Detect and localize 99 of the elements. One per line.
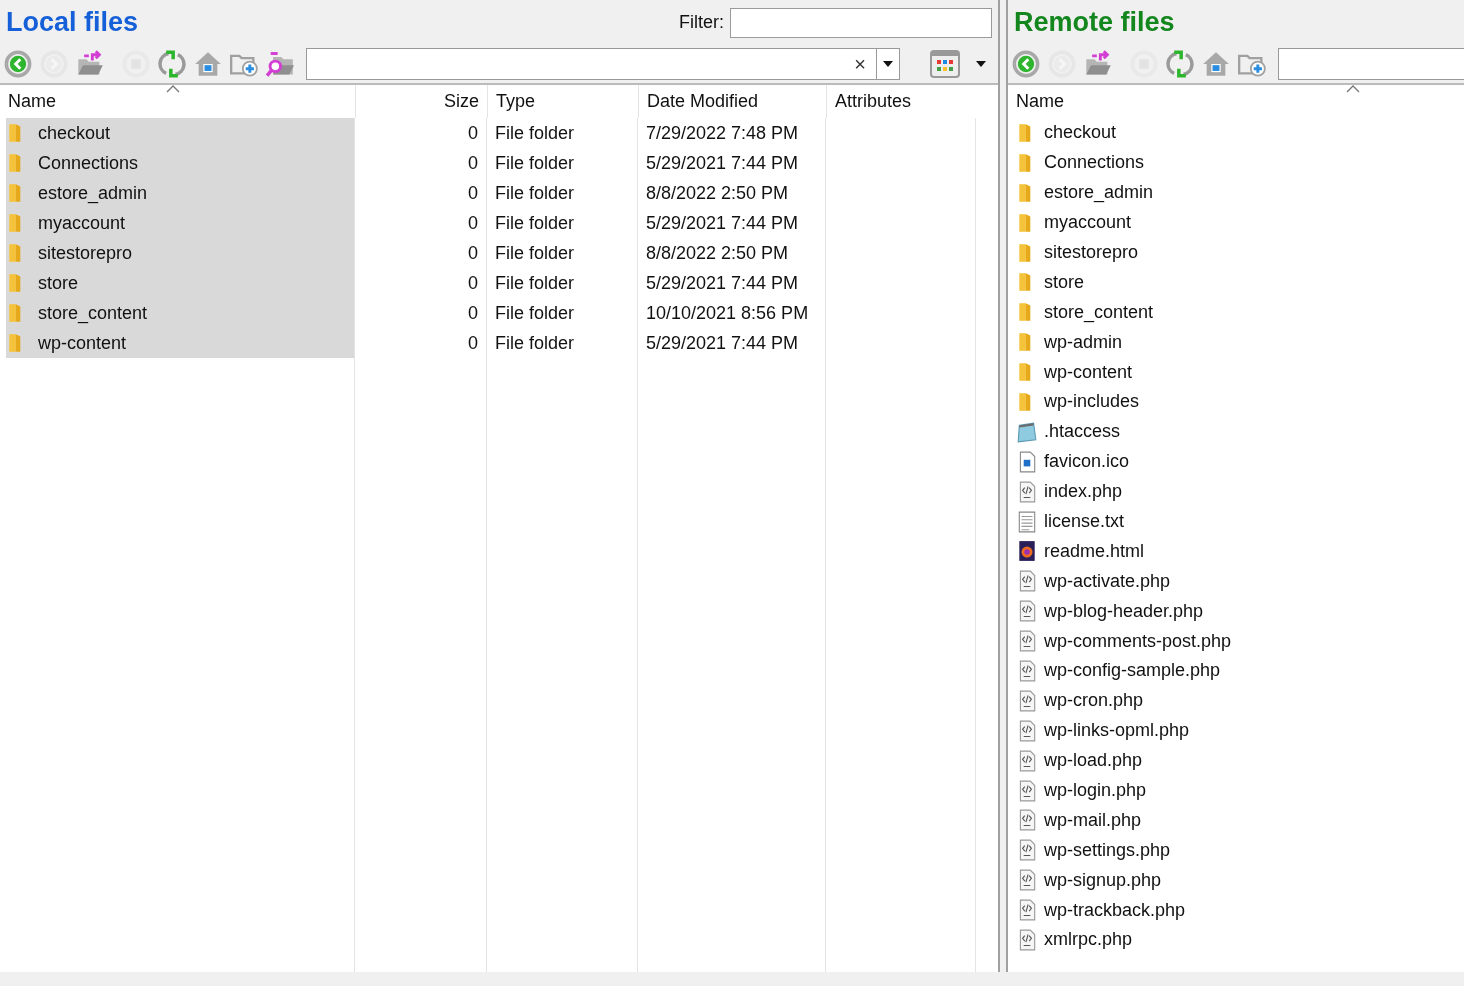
file-name[interactable]: wp-content <box>1044 361 1133 383</box>
date-cell: 5/29/2021 7:44 PM <box>646 152 799 174</box>
type-cell: File folder <box>495 152 575 174</box>
file-name[interactable]: xmlrpc.php <box>1044 929 1133 951</box>
file-name[interactable]: wp-load.php <box>1044 750 1143 772</box>
size-cell: 0 <box>468 242 478 264</box>
size-cell: 0 <box>468 152 478 174</box>
file-row-name[interactable]: checkout <box>6 118 354 148</box>
find-folder-icon[interactable] <box>266 50 294 78</box>
size-cell: 0 <box>468 122 478 144</box>
file-name: myaccount <box>38 212 126 234</box>
pane-title: Remote files <box>1014 7 1175 38</box>
file-name[interactable]: wp-signup.php <box>1044 869 1162 891</box>
size-cell: 0 <box>468 332 478 354</box>
file-name: store_content <box>38 302 148 324</box>
file-row-name[interactable]: store <box>6 268 354 298</box>
file-name: sitestorepro <box>38 242 133 264</box>
type-cell: File folder <box>495 332 575 354</box>
dropdown-arrow-icon[interactable] <box>883 61 893 67</box>
pane-title: Local files <box>6 7 139 38</box>
notepad-icon <box>1016 420 1038 443</box>
column-header[interactable]: Size <box>444 91 479 112</box>
file-name[interactable]: wp-comments-post.php <box>1044 630 1232 652</box>
file-name[interactable]: wp-login.php <box>1044 780 1147 802</box>
file-name: checkout <box>38 122 111 144</box>
text-file-icon <box>1016 510 1038 533</box>
date-cell: 5/29/2021 7:44 PM <box>646 212 799 234</box>
file-name[interactable]: store <box>1044 271 1085 293</box>
date-cell: 8/8/2022 2:50 PM <box>646 182 789 204</box>
filter-field[interactable] <box>730 7 992 38</box>
file-name[interactable]: wp-includes <box>1044 391 1140 413</box>
file-name: estore_admin <box>38 182 148 204</box>
file-name[interactable]: index.php <box>1044 481 1123 503</box>
file-name[interactable]: checkout <box>1044 122 1117 144</box>
file-name[interactable]: wp-mail.php <box>1044 809 1142 831</box>
browser-file-icon <box>1016 540 1038 563</box>
size-cell: 0 <box>468 272 478 294</box>
size-cell: 0 <box>468 302 478 324</box>
view-mode-icon[interactable] <box>930 50 960 78</box>
clear-path-button[interactable]: × <box>844 52 876 76</box>
file-row-name[interactable]: myaccount <box>6 208 354 238</box>
file-name: wp-content <box>38 332 127 354</box>
file-name[interactable]: wp-settings.php <box>1044 839 1171 861</box>
date-cell: 5/29/2021 7:44 PM <box>646 272 799 294</box>
file-row-name[interactable]: wp-content <box>6 328 354 358</box>
file-name[interactable]: myaccount <box>1044 212 1132 234</box>
file-name[interactable]: favicon.ico <box>1044 451 1130 473</box>
file-name[interactable]: Connections <box>1044 152 1145 174</box>
column-header[interactable]: Attributes <box>835 91 912 112</box>
folder-up-icon[interactable] <box>1084 50 1112 78</box>
date-cell: 8/8/2022 2:50 PM <box>646 242 789 264</box>
type-cell: File folder <box>495 242 575 264</box>
dropdown-arrow-icon[interactable] <box>976 61 986 67</box>
refresh-icon[interactable] <box>158 50 186 78</box>
date-cell: 7/29/2022 7:48 PM <box>646 122 799 144</box>
file-name: Connections <box>38 152 139 174</box>
column-header[interactable]: Name <box>8 91 56 112</box>
size-cell: 0 <box>468 212 478 234</box>
column-header[interactable]: Type <box>496 91 536 112</box>
type-cell: File folder <box>495 272 575 294</box>
file-name[interactable]: wp-config-sample.php <box>1044 660 1221 682</box>
filter-label: Filter: <box>679 12 724 33</box>
file-name[interactable]: wp-blog-header.php <box>1044 600 1204 622</box>
file-name: store <box>38 272 79 294</box>
sort-indicator-icon <box>1346 85 1360 93</box>
file-name[interactable]: wp-links-opml.php <box>1044 720 1190 742</box>
file-name[interactable]: wp-trackback.php <box>1044 899 1186 921</box>
date-cell: 5/29/2021 7:44 PM <box>646 332 799 354</box>
back-icon[interactable] <box>1012 50 1040 78</box>
type-cell: File folder <box>495 212 575 234</box>
date-cell: 10/10/2021 8:56 PM <box>646 302 809 324</box>
refresh-icon[interactable] <box>1166 50 1194 78</box>
home-icon[interactable] <box>1202 50 1230 78</box>
file-name[interactable]: license.txt <box>1044 511 1125 532</box>
file-name[interactable]: readme.html <box>1044 540 1145 562</box>
sort-indicator-icon <box>166 85 180 93</box>
file-name[interactable]: sitestorepro <box>1044 242 1139 263</box>
pane-splitter[interactable] <box>998 0 1008 972</box>
column-header[interactable]: Name <box>1016 91 1064 112</box>
file-row-name[interactable]: store_content <box>6 298 354 328</box>
back-icon[interactable] <box>4 50 32 78</box>
path-field[interactable] <box>1278 48 1464 80</box>
column-header[interactable]: Date Modified <box>647 91 759 112</box>
file-row-name[interactable]: sitestorepro <box>6 238 354 268</box>
file-name[interactable]: store_content <box>1044 301 1154 323</box>
file-name[interactable]: estore_admin <box>1044 182 1154 204</box>
type-cell: File folder <box>495 122 575 144</box>
file-name[interactable]: wp-cron.php <box>1044 690 1144 712</box>
file-name[interactable]: wp-admin <box>1044 331 1123 353</box>
file-row-name[interactable]: Connections <box>6 148 354 178</box>
file-row-name[interactable]: estore_admin <box>6 178 354 208</box>
type-cell: File folder <box>495 182 575 204</box>
size-cell: 0 <box>468 182 478 204</box>
folder-up-icon[interactable] <box>76 50 104 78</box>
type-cell: File folder <box>495 302 575 324</box>
file-name[interactable]: .htaccess <box>1044 421 1121 443</box>
path-field[interactable]: × <box>306 48 900 80</box>
file-name[interactable]: wp-activate.php <box>1044 570 1171 592</box>
home-icon[interactable] <box>194 50 222 78</box>
